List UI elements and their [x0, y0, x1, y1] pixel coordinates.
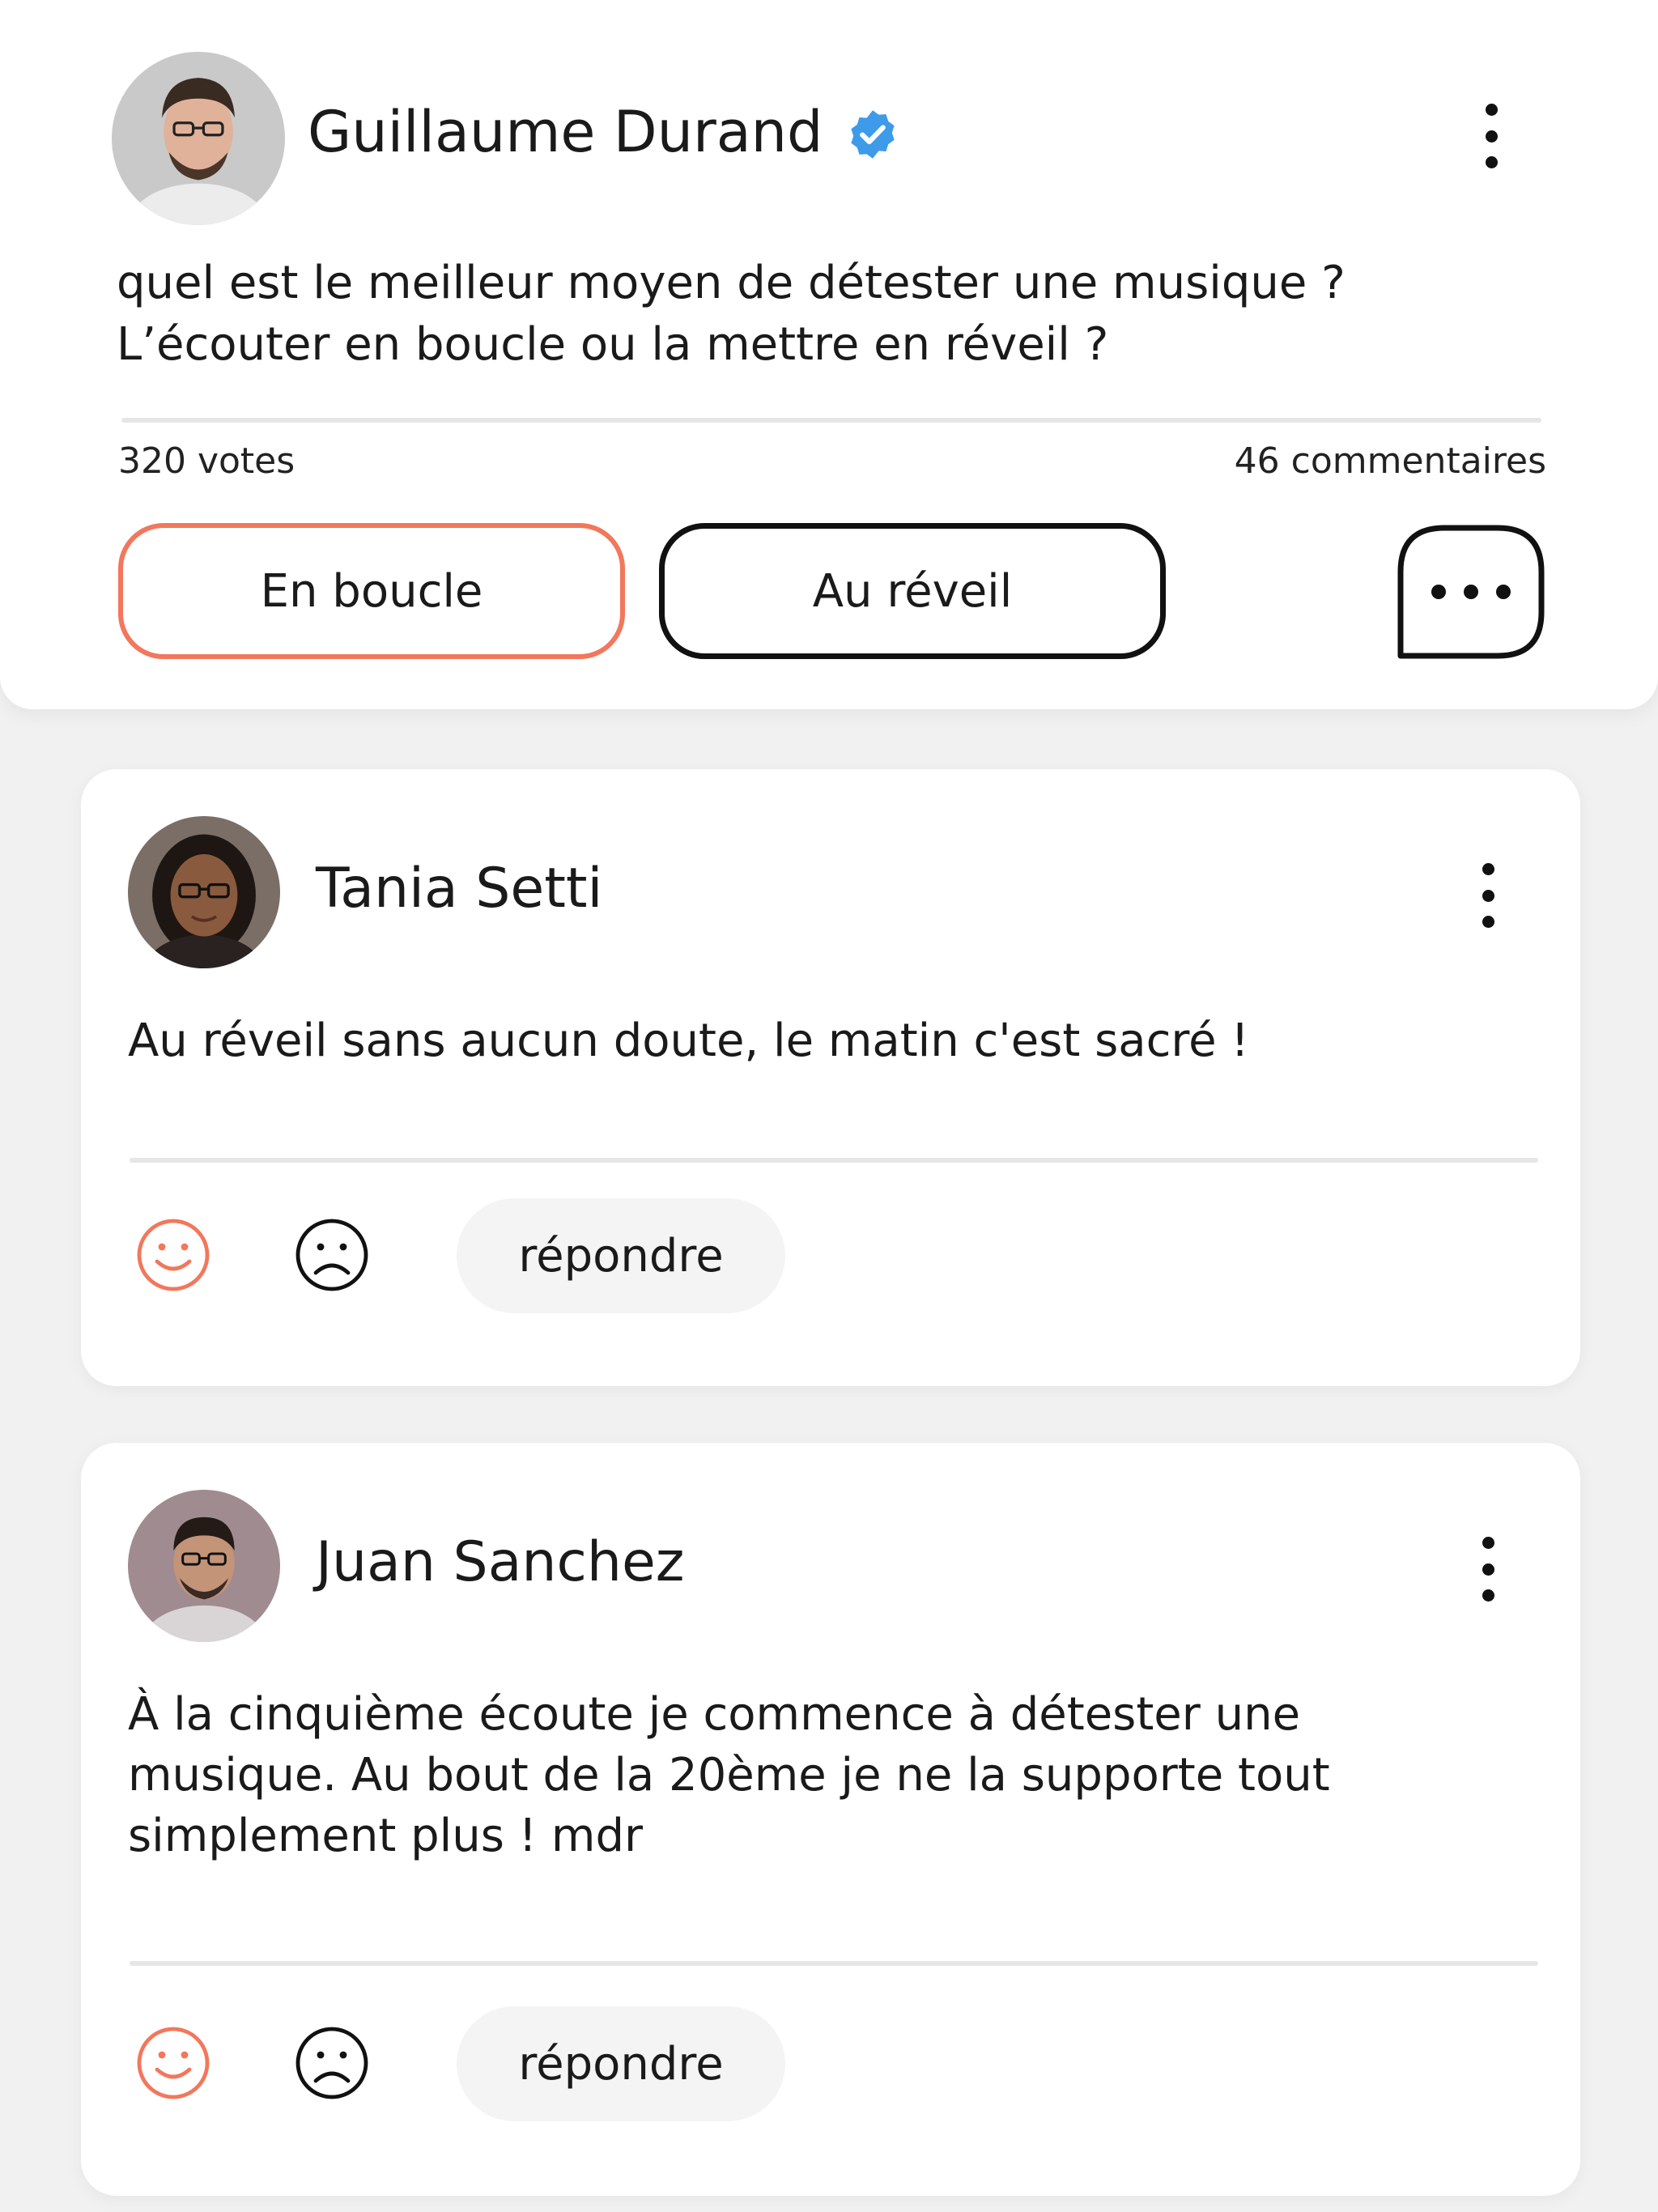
divider — [121, 418, 1541, 423]
post-more-icon[interactable] — [1475, 104, 1507, 168]
post-card: Guillaume Durand quel est le meilleur mo… — [0, 0, 1658, 709]
sad-face-icon[interactable] — [293, 1216, 371, 1294]
author-name[interactable]: Guillaume Durand — [308, 96, 823, 168]
votes-count: 320 votes — [118, 440, 295, 482]
comment-more-icon[interactable] — [1472, 1537, 1504, 1602]
comments-count[interactable]: 46 commentaires — [1235, 437, 1546, 486]
comment-more-icon[interactable] — [1472, 863, 1504, 928]
divider — [130, 1961, 1538, 1966]
sad-face-icon[interactable] — [293, 2024, 371, 2102]
comment-card: Tania Setti Au réveil sans aucun doute, … — [81, 769, 1580, 1386]
commenter-name[interactable]: Tania Setti — [316, 853, 602, 925]
smiley-face-icon[interactable] — [134, 1216, 212, 1294]
post-question: quel est le meilleur moyen de détester u… — [117, 253, 1574, 376]
question-line-1: quel est le meilleur moyen de détester u… — [117, 257, 1346, 309]
vote-option-en-boucle[interactable]: En boucle — [118, 523, 625, 659]
comment-text: À la cinquième écoute je commence à déte… — [128, 1688, 1330, 1862]
smiley-face-icon[interactable] — [134, 2024, 212, 2102]
comment-bubble-icon[interactable] — [1394, 521, 1546, 662]
question-line-2: L’écouter en boucle ou la mettre en réve… — [117, 318, 1109, 371]
vote-option-au-reveil[interactable]: Au réveil — [659, 523, 1166, 659]
commenter-avatar[interactable] — [128, 1490, 280, 1642]
commenter-name[interactable]: Juan Sanchez — [316, 1527, 684, 1598]
comment-card: Juan Sanchez À la cinquième écoute je co… — [81, 1443, 1580, 2196]
author-avatar[interactable] — [112, 52, 285, 225]
comment-text: Au réveil sans aucun doute, le matin c'e… — [128, 1015, 1249, 1067]
reply-button[interactable]: répondre — [457, 2006, 785, 2121]
verified-badge-icon — [851, 110, 895, 159]
divider — [130, 1158, 1538, 1163]
reply-button[interactable]: répondre — [457, 1198, 785, 1313]
commenter-avatar[interactable] — [128, 816, 280, 968]
